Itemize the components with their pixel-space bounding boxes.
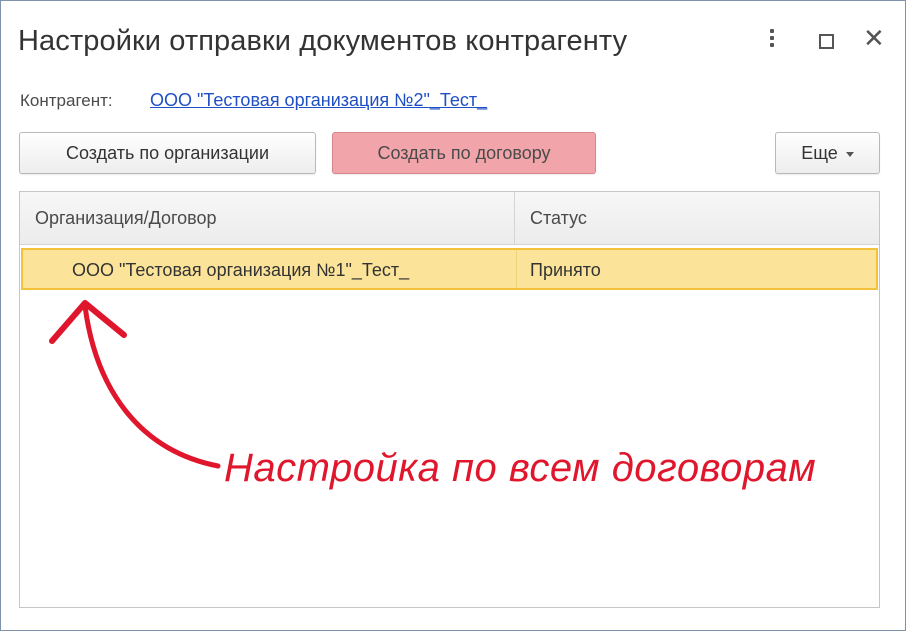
settings-window: Настройки отправки документов контрагент…	[0, 0, 906, 631]
annotation-arrow-icon	[49, 300, 221, 469]
annotation-text: Настройка по всем договорам	[224, 446, 817, 490]
